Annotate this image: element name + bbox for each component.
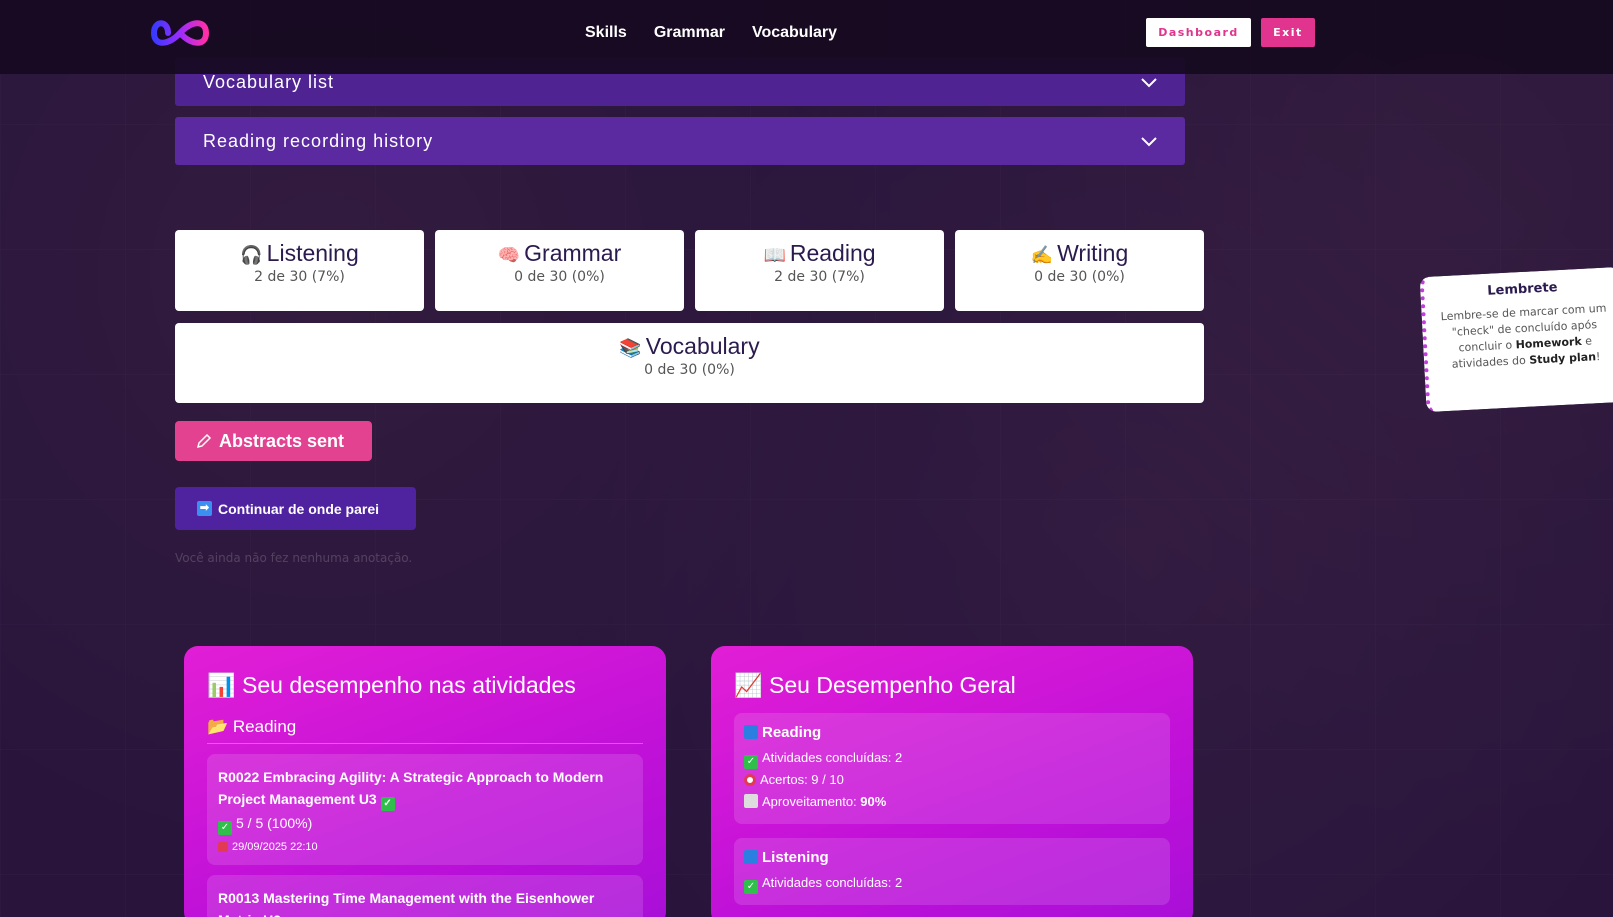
books-icon: 📚 [619, 338, 642, 358]
blue-book-icon [744, 850, 758, 864]
activity-date: 29/09/2025 22:10 [218, 841, 632, 853]
chevron-down-icon [1141, 78, 1157, 88]
skill-card-grammar[interactable]: 🧠 Grammar 0 de 30 (0%) [435, 230, 684, 311]
activities-performance-panel: 📊 Seu desempenho nas atividades 📂 Readin… [184, 646, 666, 917]
general-reading-box: Reading ✓ Atividades concluídas: 2 Acerto… [734, 713, 1170, 824]
check-icon: ✓ [380, 797, 395, 811]
activity-score: ✓ 5 / 5 (100%) [218, 815, 632, 835]
general-listening-box: Listening ✓ Atividades concluídas: 2 [734, 838, 1170, 905]
skill-card-listening[interactable]: 🎧 Listening 2 de 30 (7%) [175, 230, 424, 311]
main-nav: Skills Grammar Vocabulary [585, 24, 837, 42]
writing-hand-icon: ✍ [1030, 245, 1054, 265]
reading-history-accordion[interactable]: Reading recording history [175, 117, 1185, 165]
skill-title: Vocabulary [645, 333, 760, 359]
nav-vocabulary[interactable]: Vocabulary [752, 24, 837, 42]
continue-label: Continuar de onde parei [218, 500, 380, 517]
abstracts-sent-button[interactable]: Abstracts sent [175, 421, 372, 461]
target-icon [744, 774, 756, 786]
reminder-text: Lembre-se de marcar com um "check" de co… [1440, 301, 1607, 371]
arrow-right-icon: ➡ [197, 501, 212, 516]
bar-chart-icon [744, 794, 758, 808]
nav-skills[interactable]: Skills [585, 24, 627, 42]
check-icon: ✓ [218, 821, 232, 835]
infinity-logo-icon[interactable] [148, 12, 212, 54]
skill-progress: 2 de 30 (7%) [774, 269, 865, 285]
headphones-icon: 🎧 [240, 245, 263, 265]
general-performance-panel: 📈 Seu Desempenho Geral Reading ✓ Atividad… [711, 646, 1193, 917]
activity-title: R0022 Embracing Agility: A Strategic App… [218, 769, 604, 811]
skill-progress: 0 de 30 (0%) [644, 362, 735, 378]
pencil-icon [196, 433, 212, 449]
section-reading: 📂 Reading [207, 717, 643, 744]
skill-title: Writing [1057, 240, 1129, 266]
reminder-title: Lembrete [1486, 280, 1558, 299]
dashboard-button[interactable]: Dashboard [1146, 18, 1251, 47]
performance-rate: Aproveitamento: 90% [744, 791, 1160, 813]
blue-book-icon [744, 725, 758, 739]
folder-icon: 📂 [207, 717, 229, 736]
skill-card-vocabulary[interactable]: 📚 Vocabulary 0 de 30 (0%) [175, 323, 1204, 403]
box-title: Listening [762, 849, 829, 866]
exit-button[interactable]: Exit [1261, 18, 1315, 47]
skill-progress: 2 de 30 (7%) [254, 269, 345, 285]
panel-title: 📈 Seu Desempenho Geral [734, 672, 1016, 698]
skill-progress: 0 de 30 (0%) [1034, 269, 1125, 285]
bar-chart-icon: 📊 [207, 672, 236, 698]
nav-grammar[interactable]: Grammar [654, 24, 725, 42]
completed-count: ✓ Atividades concluídas: 2 [744, 747, 1160, 769]
activity-title: R0013 Mastering Time Management with the… [218, 890, 595, 917]
skill-title: Grammar [524, 240, 622, 266]
skill-card-reading[interactable]: 📖 Reading 2 de 30 (7%) [695, 230, 944, 311]
skill-progress: 0 de 30 (0%) [514, 269, 605, 285]
check-icon: ✓ [744, 880, 758, 894]
panel-title: 📊 Seu desempenho nas atividades [207, 672, 576, 698]
activity-item[interactable]: R0013 Mastering Time Management with the… [207, 875, 643, 917]
brain-icon: 🧠 [497, 245, 521, 265]
skill-card-writing[interactable]: ✍ Writing 0 de 30 (0%) [955, 230, 1204, 311]
reminder-note: Lembrete Lembre-se de marcar com um "che… [1419, 266, 1613, 413]
accordion-label: Reading recording history [203, 130, 434, 151]
abstracts-label: Abstracts sent [219, 430, 345, 451]
book-icon: 📖 [763, 245, 786, 265]
accordion-label: Vocabulary list [203, 71, 335, 92]
chart-increasing-icon: 📈 [734, 672, 763, 698]
empty-notes-message: Você ainda não fez nenhuma anotação. [175, 551, 413, 565]
box-title: Reading [762, 724, 822, 741]
skill-title: Reading [789, 240, 876, 266]
completed-count: ✓ Atividades concluídas: 2 [744, 872, 1160, 894]
top-navbar: Skills Grammar Vocabulary Dashboard Exit [0, 0, 1613, 74]
hits-count: Acertos: 9 / 10 [744, 769, 1160, 791]
continue-where-left-button[interactable]: ➡ Continuar de onde parei [175, 487, 416, 530]
chevron-down-icon [1141, 137, 1157, 147]
check-icon: ✓ [744, 755, 758, 769]
activity-item[interactable]: R0022 Embracing Agility: A Strategic App… [207, 754, 643, 865]
skill-title: Listening [266, 240, 359, 266]
calendar-icon [218, 842, 228, 852]
